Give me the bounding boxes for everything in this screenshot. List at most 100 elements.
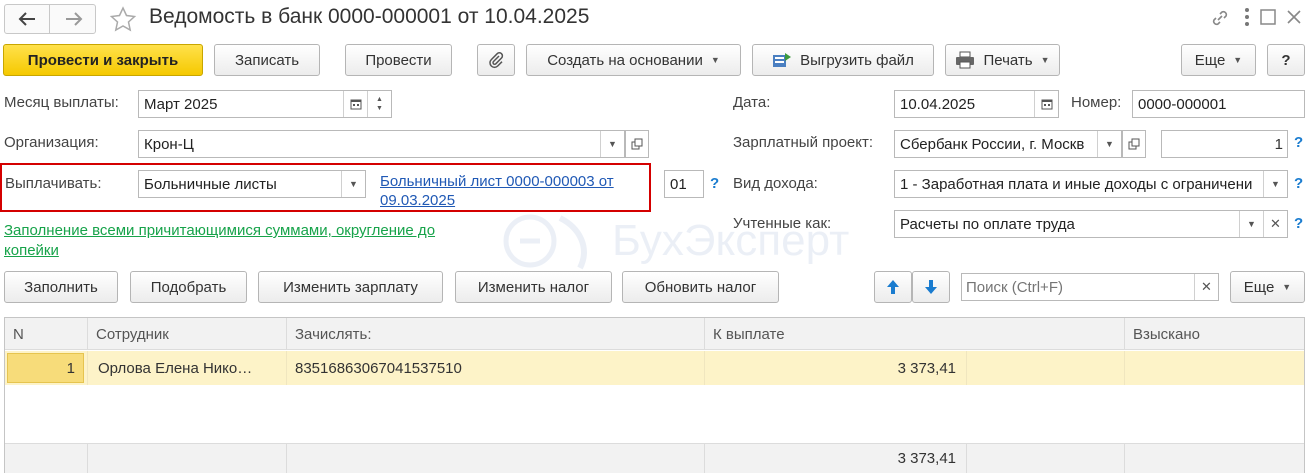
- income-type-help-icon[interactable]: ?: [1294, 175, 1303, 192]
- export-file-label: Выгрузить файл: [800, 51, 914, 69]
- income-type-label: Вид дохода:: [733, 175, 818, 192]
- salary-project-help-icon[interactable]: ?: [1294, 134, 1303, 151]
- column-header-withheld[interactable]: Взыскано: [1125, 318, 1304, 350]
- more-button[interactable]: Еще ▼: [1181, 44, 1256, 76]
- calendar-icon[interactable]: [343, 91, 367, 117]
- back-button[interactable]: [5, 5, 50, 33]
- sick-leave-link-line2: 09.03.2025: [380, 192, 456, 209]
- date-label: Дата:: [733, 94, 771, 111]
- change-tax-label: Изменить налог: [477, 278, 590, 296]
- change-tax-button[interactable]: Изменить налог: [455, 271, 612, 303]
- post-and-close-label: Провести и закрыть: [27, 51, 179, 69]
- number-field[interactable]: 0000-000001: [1132, 90, 1305, 118]
- pick-label: Подобрать: [150, 278, 227, 296]
- accounted-as-value: Расчеты по оплате труда: [900, 215, 1075, 233]
- table-more-label: Еще: [1243, 278, 1275, 296]
- search-input[interactable]: [962, 274, 1194, 300]
- update-tax-button[interactable]: Обновить налог: [622, 271, 779, 303]
- post-button[interactable]: Провести: [345, 44, 452, 76]
- help-label: ?: [1281, 51, 1291, 69]
- fill-label: Заполнить: [24, 278, 98, 296]
- maximize-icon[interactable]: [1259, 8, 1277, 26]
- spin-arrows-icon[interactable]: ▲ ▼: [367, 91, 391, 117]
- salary-project-count-value: 1: [1274, 135, 1283, 153]
- footer-cell-withheld: [1125, 444, 1304, 473]
- open-icon: [631, 138, 643, 150]
- fill-button[interactable]: Заполнить: [4, 271, 118, 303]
- month-value: Март 2025: [144, 95, 218, 113]
- date-value: 10.04.2025: [900, 95, 976, 113]
- column-header-n[interactable]: N: [5, 318, 88, 350]
- column-header-account[interactable]: Зачислять:: [287, 318, 705, 350]
- chevron-down-icon[interactable]: ▼: [1239, 211, 1263, 237]
- fill-settings-link-line2: копейки: [4, 242, 59, 259]
- number-label: Номер:: [1071, 94, 1122, 111]
- change-salary-button[interactable]: Изменить зарплату: [258, 271, 443, 303]
- clear-icon[interactable]: ✕: [1263, 211, 1287, 237]
- watermark-logo: [503, 214, 587, 270]
- accounted-as-field[interactable]: Расчеты по оплате труда ▼ ✕: [894, 210, 1288, 238]
- chevron-down-icon[interactable]: ▼: [341, 171, 365, 197]
- chevron-down-icon[interactable]: ▼: [1097, 131, 1121, 157]
- employee-cell[interactable]: Орлова Елена Нико…: [88, 351, 287, 385]
- open-organization-button[interactable]: [625, 130, 649, 158]
- arrow-right-icon: [65, 12, 82, 26]
- search-field[interactable]: ✕: [961, 273, 1219, 301]
- income-type-field[interactable]: 1 - Заработная плата и иные доходы с огр…: [894, 170, 1288, 198]
- column-header-to-pay[interactable]: К выплате: [705, 318, 1125, 350]
- paperclip-icon: [489, 52, 504, 69]
- table-more-button[interactable]: Еще ▼: [1230, 271, 1305, 303]
- calendar-icon[interactable]: [1034, 91, 1058, 117]
- withheld-cell[interactable]: [1125, 351, 1304, 385]
- post-and-close-button[interactable]: Провести и закрыть: [3, 44, 203, 76]
- close-icon[interactable]: [1285, 8, 1303, 26]
- to-pay-extra-cell[interactable]: [967, 351, 1125, 385]
- chevron-down-icon[interactable]: ▼: [600, 131, 624, 157]
- pick-button[interactable]: Подобрать: [130, 271, 247, 303]
- organization-field[interactable]: Крон-Ц ▼: [138, 130, 625, 158]
- salary-project-count-field[interactable]: 1: [1161, 130, 1288, 158]
- pay-field[interactable]: Больничные листы ▼: [138, 170, 366, 198]
- help-button[interactable]: ?: [1267, 44, 1305, 76]
- attach-button[interactable]: [477, 44, 515, 76]
- save-label: Записать: [234, 51, 300, 69]
- move-up-button[interactable]: [874, 271, 912, 303]
- open-salary-project-button[interactable]: [1122, 130, 1146, 158]
- accounted-as-label: Учтенные как:: [733, 215, 832, 232]
- column-header-employee[interactable]: Сотрудник: [88, 318, 287, 350]
- footer-cell-account: [287, 444, 705, 473]
- chevron-down-icon: ▼: [1233, 55, 1243, 65]
- forward-button[interactable]: [51, 5, 96, 33]
- nav-group: [4, 4, 96, 34]
- star-icon[interactable]: [109, 6, 137, 32]
- code-field[interactable]: 01: [664, 170, 704, 198]
- sick-leave-link-line1: Больничный лист 0000-000003 от: [380, 173, 614, 190]
- chevron-down-icon: ▼: [1282, 282, 1292, 292]
- date-field[interactable]: 10.04.2025: [894, 90, 1059, 118]
- salary-project-label: Зарплатный проект:: [733, 134, 874, 151]
- save-button[interactable]: Записать: [214, 44, 320, 76]
- pay-value: Больничные листы: [144, 175, 277, 193]
- to-pay-cell[interactable]: 3 373,41: [705, 351, 967, 385]
- more-icon[interactable]: [1243, 6, 1251, 28]
- month-field[interactable]: Март 2025 ▲ ▼: [138, 90, 392, 118]
- export-icon: [773, 53, 792, 67]
- print-button[interactable]: Печать ▼: [945, 44, 1060, 76]
- print-label: Печать: [983, 51, 1033, 69]
- code-help-icon[interactable]: ?: [710, 175, 719, 192]
- fill-settings-link[interactable]: Заполнение всеми причитающимися суммами,…: [4, 221, 435, 261]
- chevron-down-icon[interactable]: ▼: [1263, 171, 1287, 197]
- link-icon[interactable]: [1210, 8, 1230, 28]
- clear-search-icon[interactable]: ✕: [1194, 274, 1218, 300]
- export-file-button[interactable]: Выгрузить файл: [752, 44, 934, 76]
- create-based-on-button[interactable]: Создать на основании ▼: [526, 44, 741, 76]
- salary-project-field[interactable]: Сбербанк России, г. Москв ▼: [894, 130, 1122, 158]
- row-number-cell[interactable]: 1: [5, 351, 88, 385]
- move-down-button[interactable]: [912, 271, 950, 303]
- pay-label: Выплачивать:: [5, 175, 102, 192]
- account-cell[interactable]: 83516863067041537510: [287, 351, 705, 385]
- sick-leave-link[interactable]: Больничный лист 0000-000003 от 09.03.202…: [380, 172, 614, 210]
- accounted-as-help-icon[interactable]: ?: [1294, 215, 1303, 232]
- change-salary-label: Изменить зарплату: [283, 278, 418, 296]
- update-tax-label: Обновить налог: [644, 278, 757, 296]
